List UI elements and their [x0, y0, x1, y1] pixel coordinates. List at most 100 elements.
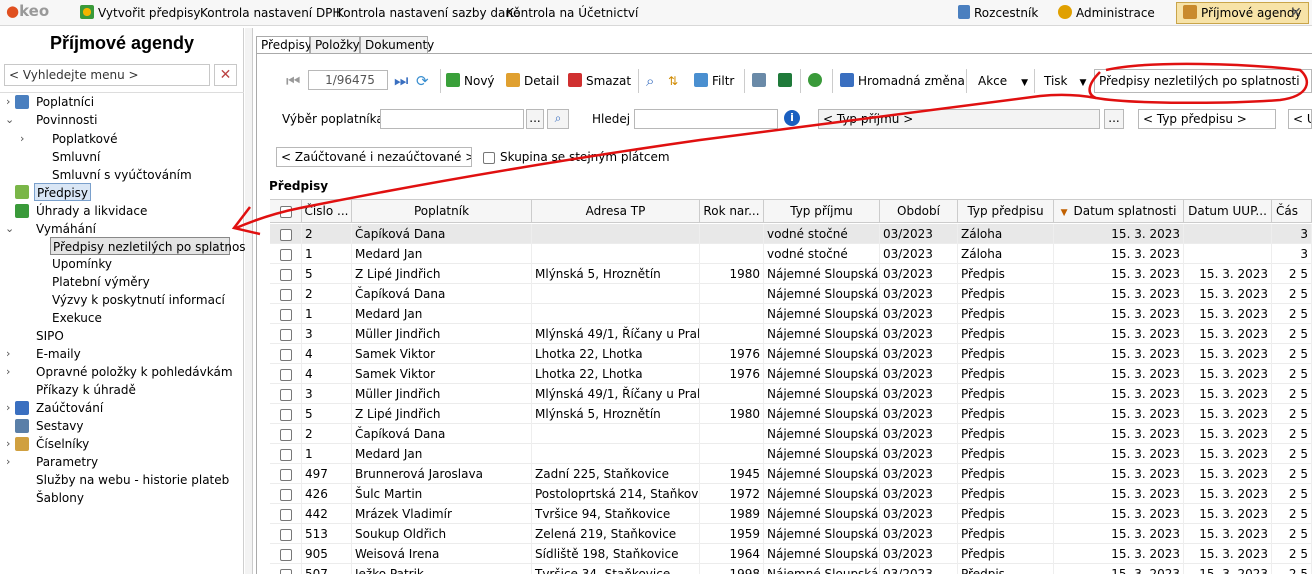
sidebar-item-info-requests[interactable]: Výzvy k poskytnutí informací — [52, 291, 225, 309]
table-row[interactable]: 1 Medard Jan Nájemné Sloupská 03/2023 Předpi… — [270, 304, 1312, 324]
posting-select[interactable]: < Zaúčtované i nezaúčtované > — [276, 147, 472, 167]
income-type-browse-button[interactable]: ... — [1104, 109, 1124, 129]
last-page-icon[interactable]: ⏭ — [394, 72, 408, 90]
row-checkbox[interactable] — [270, 524, 302, 544]
col-period[interactable]: Období — [880, 200, 958, 223]
search-input[interactable] — [634, 109, 778, 129]
col-address[interactable]: Adresa TP — [532, 200, 700, 223]
sidebar-item-prescriptions[interactable]: Předpisy — [34, 183, 91, 201]
sidebar-item-parameters[interactable]: Parametry — [36, 453, 98, 471]
payer-browse-button[interactable]: ... — [526, 109, 544, 129]
sidebar-item-fee-obligations[interactable]: Poplatkové — [52, 130, 118, 148]
payer-input[interactable] — [380, 109, 524, 129]
expand-chevron-icon[interactable]: ⌄ — [5, 113, 14, 126]
page-indicator[interactable]: 1/96475 — [308, 70, 388, 90]
excel-icon[interactable] — [778, 72, 796, 90]
col-number[interactable]: Číslo ... — [302, 200, 352, 223]
sidebar-item-payment-orders[interactable]: Příkazy k úhradě — [36, 381, 136, 399]
sidebar-item-templates[interactable]: Šablony — [36, 489, 84, 507]
row-checkbox[interactable] — [270, 244, 302, 264]
same-payer-checkbox[interactable]: Skupina se stejným plátcem — [483, 148, 670, 166]
expand-chevron-icon[interactable]: › — [20, 132, 24, 145]
table-row[interactable]: 3 Müller Jindřich Mlýnská 49/1, Říčany u P… — [270, 324, 1312, 344]
table-row[interactable]: 5Z Lipé Jindřich Mlýnská 5, Hroznětín 1980… — [270, 264, 1312, 284]
sidebar-item-reminders[interactable]: Upomínky — [52, 255, 112, 273]
tax-rate-check-link[interactable]: Kontrola nastavení sazby daně — [336, 4, 520, 22]
actions-menu[interactable]: Akce ▼ — [978, 72, 1028, 90]
table-row[interactable]: 4 Samek Viktor Lhotka 22, Lhotka 1976 Nájemn… — [270, 364, 1312, 384]
table-row[interactable]: 513 Soukup Oldřich Zelená 219, Staňkovice 1… — [270, 524, 1312, 544]
accounting-check-link[interactable]: Kontrola na Účetnictví — [506, 4, 638, 22]
sidebar-item-sipo[interactable]: SIPO — [36, 327, 64, 345]
income-type-select[interactable]: < Typ příjmu > — [818, 109, 1100, 129]
table-row[interactable]: 1 Medard Jan Nájemné Sloupská 03/2023 Předpi… — [270, 444, 1312, 464]
col-uup-date[interactable]: Datum UUP... — [1184, 200, 1272, 223]
row-checkbox[interactable] — [270, 544, 302, 564]
detail-button[interactable]: Detail — [506, 72, 559, 90]
table-row[interactable]: 497 Brunnerová Jaroslava Zadní 225, Staňko… — [270, 464, 1312, 484]
table-row[interactable]: 1 Medard Jan vodné stočné 03/2023 Záloha 15. … — [270, 244, 1312, 264]
splitter[interactable] — [245, 28, 253, 574]
sidebar-item-enforcement[interactable]: Vymáhání — [36, 220, 96, 238]
col-payer[interactable]: Poplatník — [352, 200, 532, 223]
row-checkbox[interactable] — [270, 564, 302, 574]
sidebar-item-executions[interactable]: Exekuce — [52, 309, 102, 327]
sidebar-item-reports[interactable]: Sestavy — [36, 417, 84, 435]
row-checkbox[interactable] — [270, 304, 302, 324]
view-selector[interactable]: Předpisy nezletilých po splatnosti — [1094, 69, 1312, 93]
bulk-change-button[interactable]: Hromadná změna — [840, 72, 965, 90]
table-row[interactable]: 5Z Lipé Jindřich Mlýnská 5, Hroznětín 1980… — [270, 404, 1312, 424]
table-row[interactable]: 2 Čapíková Dana Nájemné Sloupská 03/2023 Pře… — [270, 424, 1312, 444]
tab-documents[interactable]: Dokumenty — [360, 36, 434, 54]
signpost-link[interactable]: Rozcestník — [958, 4, 1038, 22]
row-checkbox[interactable] — [270, 264, 302, 284]
clear-search-button[interactable]: ✕ — [214, 64, 237, 86]
prescription-type-select[interactable]: < Typ předpisu > — [1138, 109, 1276, 129]
table-row[interactable]: 507 Ježko Patrik Tvršice 34, Staňkovice 199… — [270, 564, 1312, 574]
menu-search-input[interactable]: < Vyhledejte menu > — [4, 64, 210, 86]
sort-icon[interactable]: ⇅ — [668, 72, 678, 90]
table-row[interactable]: 3 Müller Jindřich Mlýnská 49/1, Říčany u P… — [270, 384, 1312, 404]
row-checkbox[interactable] — [270, 484, 302, 504]
col-prescription-type[interactable]: Typ předpisu — [958, 200, 1054, 223]
sidebar-item-contract-settlement[interactable]: Smluvní s vyúčtováním — [52, 166, 192, 184]
row-checkbox[interactable] — [270, 324, 302, 344]
row-checkbox[interactable] — [270, 224, 302, 244]
sidebar-item-payments[interactable]: Úhrady a likvidace — [36, 202, 147, 220]
select-all-checkbox[interactable] — [270, 200, 302, 223]
row-checkbox[interactable] — [270, 424, 302, 444]
table-row[interactable]: 2 Čapíková Dana vodné stočné 03/2023 Záloha 1… — [270, 224, 1312, 244]
sidebar-item-obligations[interactable]: Povinnosti — [36, 111, 97, 129]
expand-chevron-icon[interactable]: › — [6, 437, 10, 450]
table-row[interactable]: 4 Samek Viktor Lhotka 22, Lhotka 1976 Nájemn… — [270, 344, 1312, 364]
search-icon[interactable]: ⌕ — [646, 72, 654, 90]
info-icon[interactable]: i — [784, 110, 800, 126]
row-checkbox[interactable] — [270, 384, 302, 404]
row-checkbox[interactable] — [270, 284, 302, 304]
sidebar-item-minors-overdue[interactable]: Předpisy nezletilých po splatnosti — [50, 237, 254, 255]
row-checkbox[interactable] — [270, 404, 302, 424]
expand-chevron-icon[interactable]: › — [6, 95, 10, 108]
create-prescriptions-link[interactable]: Vytvořit předpisy — [80, 4, 201, 22]
tab-prescriptions[interactable]: Předpisy — [256, 36, 312, 54]
sidebar-item-corrections[interactable]: Opravné položky k pohledávkám — [36, 363, 233, 381]
col-due-date[interactable]: ▼ Datum splatnosti — [1054, 200, 1184, 223]
keo-logo[interactable]: ●keo — [6, 2, 49, 20]
sidebar-item-contract-obligations[interactable]: Smluvní — [52, 148, 100, 166]
income-agendas-button[interactable]: Příjmové agendy — [1176, 2, 1309, 24]
vat-check-link[interactable]: Kontrola nastavení DPH — [200, 4, 341, 22]
col-income-type[interactable]: Typ příjmu — [764, 200, 880, 223]
sidebar-item-payment-assessments[interactable]: Platební výměry — [52, 273, 150, 291]
expand-chevron-icon[interactable]: › — [6, 455, 10, 468]
sidebar-item-web-history[interactable]: Služby na webu - historie plateb — [36, 471, 229, 489]
first-page-icon[interactable]: ⏮ — [286, 72, 300, 90]
row-checkbox[interactable] — [270, 504, 302, 524]
payer-search-icon[interactable]: ⌕ — [547, 109, 569, 129]
print-icon[interactable] — [752, 72, 770, 90]
extra-select[interactable]: < U — [1288, 109, 1312, 129]
sidebar-item-posting[interactable]: Zaúčtování — [36, 399, 103, 417]
administration-link[interactable]: Administrace — [1058, 4, 1155, 22]
filter-button[interactable]: Filtr — [694, 72, 734, 90]
row-checkbox[interactable] — [270, 444, 302, 464]
expand-chevron-icon[interactable]: › — [6, 347, 10, 360]
